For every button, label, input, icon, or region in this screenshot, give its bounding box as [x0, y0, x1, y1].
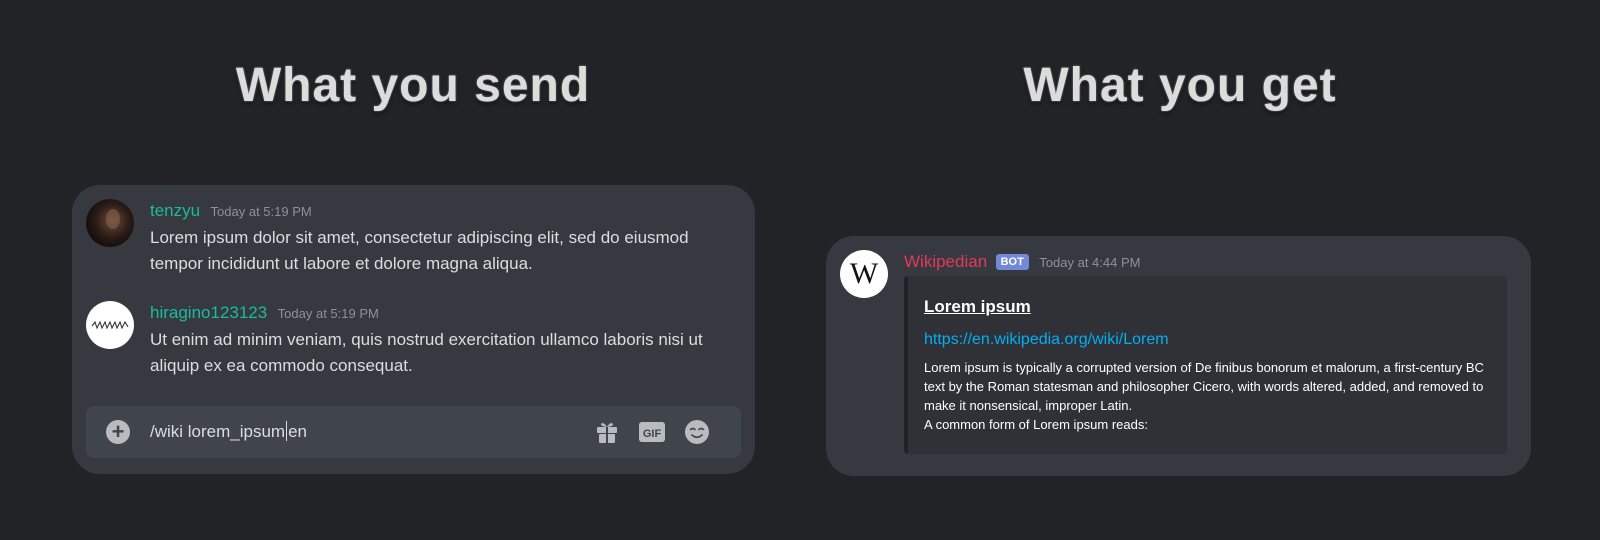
message-timestamp: Today at 5:19 PM	[210, 204, 312, 219]
avatar-tenzyu[interactable]	[86, 199, 134, 247]
signature-avatar-image	[91, 320, 129, 330]
gif-icon[interactable]: GIF	[639, 419, 665, 445]
embed-description: Lorem ipsum is typically a corrupted ver…	[924, 358, 1494, 434]
message-composer[interactable]: + /wiki lorem_ipsum en GIF	[86, 406, 741, 458]
command-text: /wiki lorem_ipsum	[150, 422, 286, 441]
svg-text:GIF: GIF	[643, 428, 662, 440]
message-text: Lorem ipsum dolor sit amet, consectetur …	[150, 228, 689, 273]
heading-what-you-get: What you get	[1023, 59, 1337, 112]
message-timestamp: Today at 5:19 PM	[277, 306, 379, 321]
message-input[interactable]: /wiki lorem_ipsum en	[150, 419, 307, 445]
send-chat-panel: tenzyu Today at 5:19 PM Lorem ipsum dolo…	[72, 185, 755, 474]
message-timestamp: Today at 4:44 PM	[1039, 255, 1141, 270]
bot-response-panel: W Wikipedian BOT Today at 4:44 PM Lorem …	[826, 236, 1531, 476]
username-hiragino123123[interactable]: hiragino123123	[150, 303, 267, 322]
embed-url-link[interactable]: https://en.wikipedia.org/wiki/Lorem	[924, 330, 1491, 350]
wikipedia-w-letter: W	[849, 257, 879, 290]
plus-icon[interactable]: +	[106, 420, 130, 444]
embed-description-line: A common form of Lorem ipsum reads:	[924, 417, 1148, 432]
username-wikipedian[interactable]: Wikipedian	[904, 252, 987, 271]
heading-what-you-send: What you send	[235, 59, 591, 112]
bot-badge: BOT	[995, 254, 1029, 270]
avatar-hiragino123123[interactable]	[86, 301, 134, 349]
username-tenzyu[interactable]: tenzyu	[150, 201, 200, 220]
message-text: Ut enim ad minim veniam, quis nostrud ex…	[150, 330, 703, 375]
gift-icon[interactable]	[594, 419, 620, 445]
wiki-embed: Lorem ipsum https://en.wikipedia.org/wik…	[904, 276, 1507, 454]
emoji-icon[interactable]	[684, 419, 710, 445]
embed-description-paragraph: Lorem ipsum is typically a corrupted ver…	[924, 360, 1484, 413]
command-argument: en	[288, 422, 308, 441]
embed-title-link[interactable]: Lorem ipsum	[924, 296, 1491, 318]
text-caret	[286, 421, 288, 441]
wikipedia-logo-avatar[interactable]: W	[840, 250, 888, 298]
